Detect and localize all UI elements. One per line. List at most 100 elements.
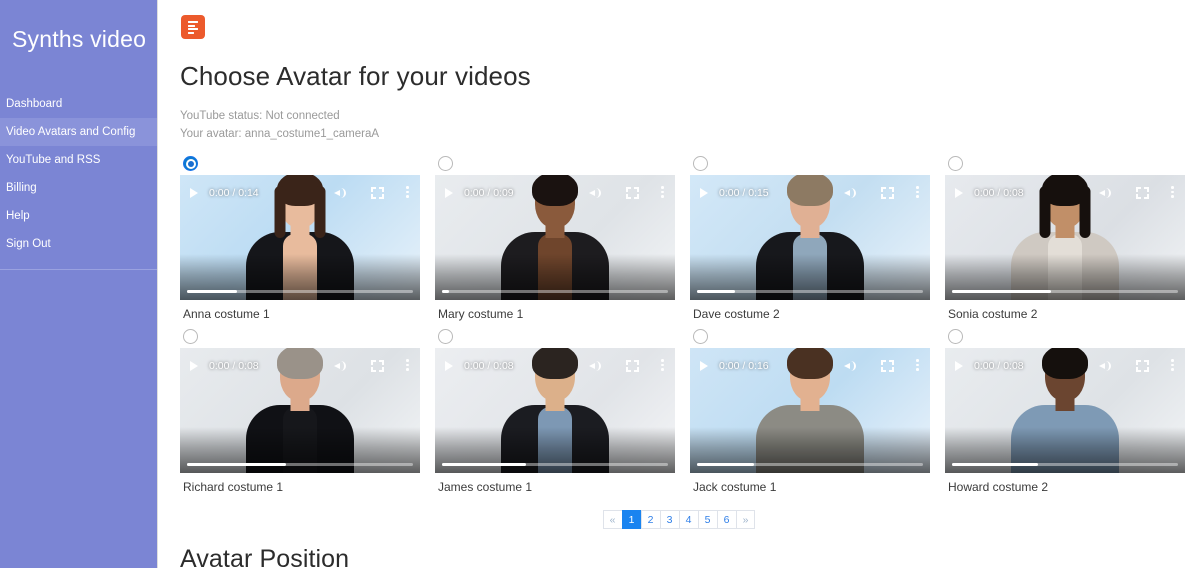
pagination-page-2[interactable]: 2 <box>640 510 660 529</box>
fullscreen-icon[interactable] <box>371 360 384 372</box>
volume-icon[interactable] <box>1099 360 1114 373</box>
avatar-video-player[interactable]: 0:00 / 0:08 <box>435 348 675 473</box>
video-time: 0:00 / 0:16 <box>719 360 769 372</box>
pagination-prev[interactable]: « <box>602 510 622 529</box>
video-progress-bar[interactable] <box>952 290 1178 293</box>
page-title: Choose Avatar for your videos <box>180 61 531 91</box>
avatar-video-player[interactable]: 0:00 / 0:16 <box>690 348 930 473</box>
avatar-card[interactable]: 0:00 / 0:09 Mary costume 1 <box>435 156 690 321</box>
volume-icon[interactable] <box>334 187 349 200</box>
video-progress-fill <box>187 290 237 293</box>
video-progress-bar[interactable] <box>697 290 923 293</box>
pagination-page-5[interactable]: 5 <box>697 510 717 529</box>
video-progress-bar[interactable] <box>697 463 923 466</box>
meta-info: YouTube status: Not connected Your avata… <box>180 107 1200 143</box>
sidebar-item-help[interactable]: Help <box>0 202 157 230</box>
sidebar-item-billing[interactable]: Billing <box>0 174 157 202</box>
avatar-video-player[interactable]: 0:00 / 0:08 <box>180 348 420 473</box>
pagination-page-4[interactable]: 4 <box>678 510 698 529</box>
avatar-label: Richard costume 1 <box>183 480 284 494</box>
main-content: Choose Avatar for your videos YouTube st… <box>158 0 1200 568</box>
avatar-card[interactable]: 0:00 / 0:15 Dave costume 2 <box>690 156 945 321</box>
sidebar-item-video-avatars-and-config[interactable]: Video Avatars and Config <box>0 118 157 146</box>
sidebar-item-label: YouTube and RSS <box>6 154 101 166</box>
fullscreen-icon[interactable] <box>371 187 384 199</box>
volume-icon[interactable] <box>334 360 349 373</box>
sidebar-nav: Dashboard Video Avatars and Config YouTube… <box>0 90 157 258</box>
avatar-radio[interactable] <box>693 329 708 344</box>
fullscreen-icon[interactable] <box>881 187 894 199</box>
video-progress-fill <box>952 463 1038 466</box>
sidebar-item-sign-out[interactable]: Sign Out <box>0 230 157 258</box>
list-logo-icon[interactable] <box>181 15 205 39</box>
avatar-video-player[interactable]: 0:00 / 0:08 <box>945 348 1185 473</box>
avatar-video-player[interactable]: 0:00 / 0:08 <box>945 175 1185 300</box>
app-root: Synths video Dashboard Video Avatars and … <box>0 0 1200 568</box>
avatar-card[interactable]: 0:00 / 0:08 James costume 1 <box>435 329 690 494</box>
sidebar-item-dashboard[interactable]: Dashboard <box>0 90 157 118</box>
video-progress-bar[interactable] <box>187 290 413 293</box>
more-options-icon[interactable] <box>661 186 664 200</box>
avatar-label: Dave costume 2 <box>693 307 780 321</box>
pagination-page-6[interactable]: 6 <box>716 510 736 529</box>
volume-icon[interactable] <box>844 360 859 373</box>
avatar-video-player[interactable]: 0:00 / 0:14 <box>180 175 420 300</box>
avatar-card[interactable]: 0:00 / 0:08 Howard costume 2 <box>945 329 1200 494</box>
fullscreen-icon[interactable] <box>1136 187 1149 199</box>
video-progress-bar[interactable] <box>952 463 1178 466</box>
avatar-label: Mary costume 1 <box>438 307 524 321</box>
fullscreen-icon[interactable] <box>626 360 639 372</box>
more-options-icon[interactable] <box>916 186 919 200</box>
avatar-card[interactable]: 0:00 / 0:16 Jack costume 1 <box>690 329 945 494</box>
more-options-icon[interactable] <box>916 359 919 373</box>
video-time: 0:00 / 0:09 <box>464 187 514 199</box>
sidebar-item-label: Help <box>6 210 30 222</box>
volume-icon[interactable] <box>589 360 604 373</box>
avatar-radio[interactable] <box>183 156 198 171</box>
video-progress-fill <box>952 290 1052 293</box>
video-progress-fill <box>442 290 449 293</box>
avatar-radio[interactable] <box>438 329 453 344</box>
pagination-page-3[interactable]: 3 <box>659 510 679 529</box>
avatar-radio[interactable] <box>183 329 198 344</box>
more-options-icon[interactable] <box>1171 186 1174 200</box>
pagination-page-1[interactable]: 1 <box>621 510 641 529</box>
more-options-icon[interactable] <box>661 359 664 373</box>
avatar-radio[interactable] <box>948 156 963 171</box>
fullscreen-icon[interactable] <box>1136 360 1149 372</box>
sidebar: Synths video Dashboard Video Avatars and … <box>0 0 158 568</box>
avatar-label: Howard costume 2 <box>948 480 1049 494</box>
more-options-icon[interactable] <box>1171 359 1174 373</box>
fullscreen-icon[interactable] <box>626 187 639 199</box>
avatar-video-player[interactable]: 0:00 / 0:09 <box>435 175 675 300</box>
video-progress-fill <box>697 290 736 293</box>
video-progress-bar[interactable] <box>442 463 668 466</box>
avatar-card[interactable]: 0:00 / 0:08 Richard costume 1 <box>180 329 435 494</box>
volume-icon[interactable] <box>844 187 859 200</box>
avatar-card[interactable]: 0:00 / 0:14 Anna costume 1 <box>180 156 435 321</box>
avatar-card[interactable]: 0:00 / 0:08 Sonia costume 2 <box>945 156 1200 321</box>
more-options-icon[interactable] <box>406 359 409 373</box>
play-icon[interactable] <box>445 188 453 198</box>
sidebar-divider <box>0 269 157 270</box>
play-icon[interactable] <box>955 188 963 198</box>
play-icon[interactable] <box>445 361 453 371</box>
play-icon[interactable] <box>190 188 198 198</box>
fullscreen-icon[interactable] <box>881 360 894 372</box>
avatar-radio[interactable] <box>693 156 708 171</box>
play-icon[interactable] <box>700 361 708 371</box>
avatar-video-player[interactable]: 0:00 / 0:15 <box>690 175 930 300</box>
more-options-icon[interactable] <box>406 186 409 200</box>
avatar-radio[interactable] <box>948 329 963 344</box>
avatar-radio[interactable] <box>438 156 453 171</box>
video-progress-bar[interactable] <box>187 463 413 466</box>
volume-icon[interactable] <box>589 187 604 200</box>
play-icon[interactable] <box>190 361 198 371</box>
sidebar-item-youtube-and-rss[interactable]: YouTube and RSS <box>0 146 157 174</box>
play-icon[interactable] <box>700 188 708 198</box>
sidebar-item-label: Dashboard <box>6 98 63 110</box>
video-progress-bar[interactable] <box>442 290 668 293</box>
volume-icon[interactable] <box>1099 187 1114 200</box>
play-icon[interactable] <box>955 361 963 371</box>
pagination-next[interactable]: » <box>735 510 756 529</box>
